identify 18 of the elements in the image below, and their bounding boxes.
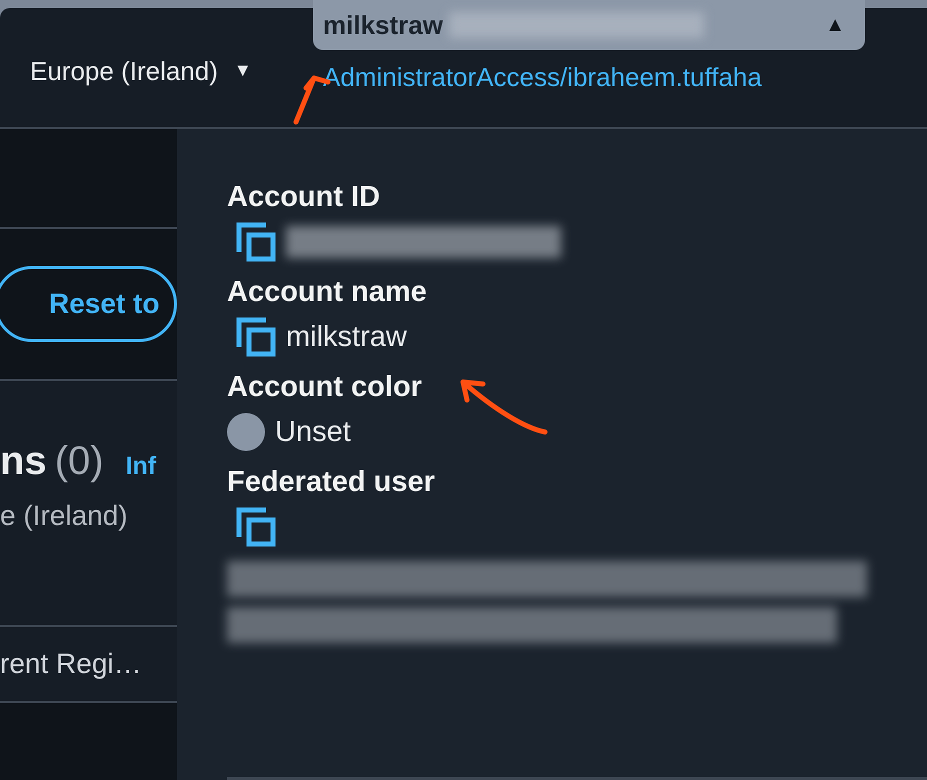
region-selector[interactable]: Europe (Ireland) ▼: [0, 8, 313, 127]
account-menu-button[interactable]: milkstraw ▲: [313, 0, 865, 50]
region-subtitle: e (Ireland): [0, 500, 129, 532]
role-link[interactable]: AdministratorAccess/ibraheem.tuffaha: [323, 62, 865, 93]
color-swatch: [227, 413, 265, 451]
item-count: (0): [54, 439, 104, 484]
field-label: Account name: [227, 276, 428, 309]
table-cell: rent Regi…: [0, 648, 142, 680]
field-label: Account ID: [227, 181, 382, 214]
copy-icon[interactable]: [236, 507, 276, 547]
copy-icon[interactable]: [236, 222, 276, 262]
info-link[interactable]: Inf: [126, 452, 156, 481]
field-label: Federated user: [227, 466, 436, 499]
field-label: Account color: [227, 371, 423, 404]
account-color: Unset: [275, 416, 351, 448]
section-heading: ns: [0, 439, 47, 484]
account-name: milkstraw: [286, 320, 407, 354]
copy-icon[interactable]: [236, 317, 276, 357]
